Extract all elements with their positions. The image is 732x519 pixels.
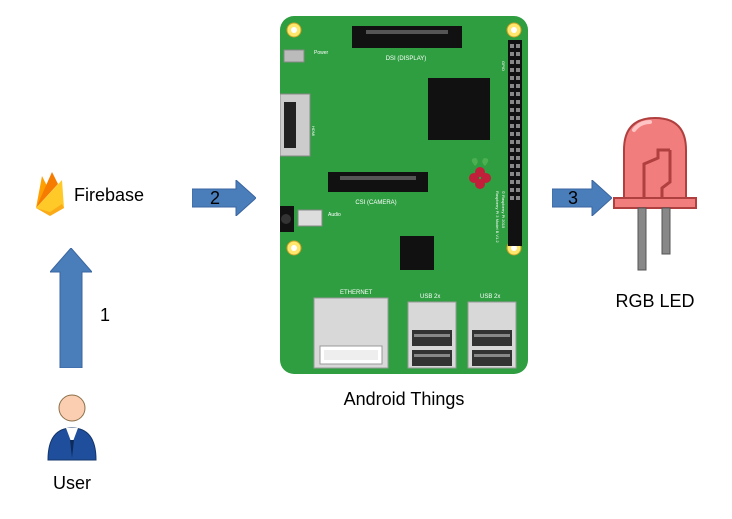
arrow-1: [50, 248, 92, 373]
svg-text:GPIO: GPIO: [501, 61, 506, 71]
svg-text:USB 2x: USB 2x: [420, 294, 440, 300]
firebase-label: Firebase: [74, 185, 144, 206]
svg-text:HDMI: HDMI: [311, 126, 316, 136]
user-node: User: [42, 392, 102, 494]
user-label: User: [42, 473, 102, 494]
rgb-led-label: RGB LED: [600, 291, 710, 312]
svg-text:ETHERNET: ETHERNET: [340, 290, 373, 296]
arrow-2-number: 2: [210, 188, 220, 209]
svg-text:Audio: Audio: [328, 212, 341, 218]
svg-text:Power: Power: [314, 50, 329, 56]
android-things-node: DSI (DISPLAY) Power CSI (CAMERA) Audio R…: [280, 16, 528, 410]
arrow-1-number: 1: [100, 305, 110, 326]
rgb-led-node: RGB LED: [600, 110, 710, 312]
svg-text:USB 2x: USB 2x: [480, 294, 500, 300]
arrow-2: [192, 180, 256, 221]
svg-text:DSI (DISPLAY): DSI (DISPLAY): [386, 56, 427, 62]
svg-text:Raspberry Pi 3 Model B V1.2: Raspberry Pi 3 Model B V1.2: [495, 191, 500, 243]
firebase-icon: [32, 170, 68, 220]
led-icon: [600, 110, 710, 280]
firebase-node: Firebase: [32, 170, 144, 220]
svg-text:CSI (CAMERA): CSI (CAMERA): [355, 200, 396, 206]
user-icon: [42, 392, 102, 462]
svg-text:© Raspberry Pi 2015: © Raspberry Pi 2015: [501, 191, 506, 229]
raspberry-pi-icon: DSI (DISPLAY) Power CSI (CAMERA) Audio R…: [280, 16, 528, 374]
android-things-label: Android Things: [280, 389, 528, 410]
arrow-3-number: 3: [568, 188, 578, 209]
